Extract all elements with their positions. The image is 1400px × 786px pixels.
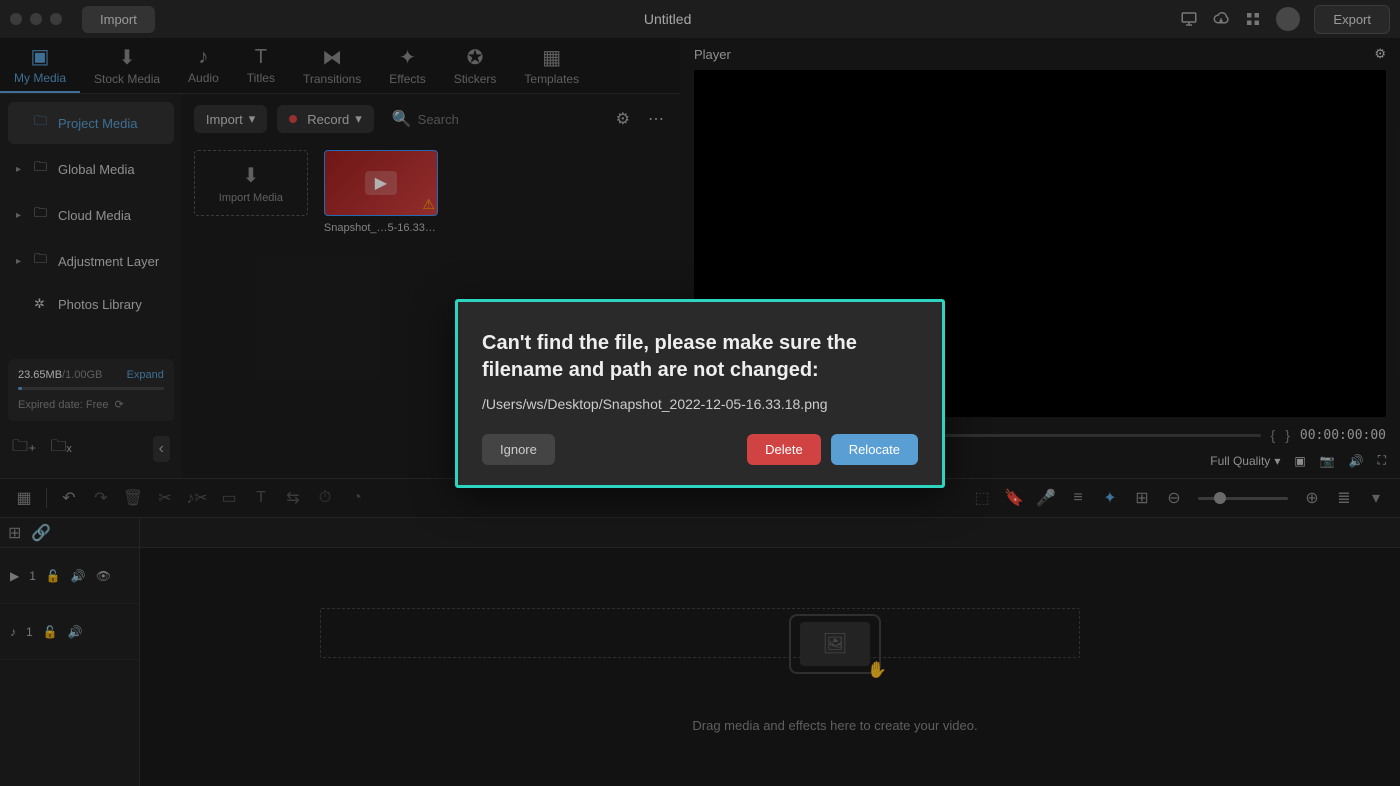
file-not-found-dialog: Can't find the file, please make sure th…	[455, 299, 945, 488]
modal-backdrop: Can't find the file, please make sure th…	[0, 0, 1400, 786]
dialog-file-path: /Users/ws/Desktop/Snapshot_2022-12-05-16…	[482, 396, 918, 412]
ignore-button[interactable]: Ignore	[482, 434, 555, 465]
relocate-button[interactable]: Relocate	[831, 434, 918, 465]
dialog-title: Can't find the file, please make sure th…	[482, 330, 918, 384]
delete-button[interactable]: Delete	[747, 434, 821, 465]
